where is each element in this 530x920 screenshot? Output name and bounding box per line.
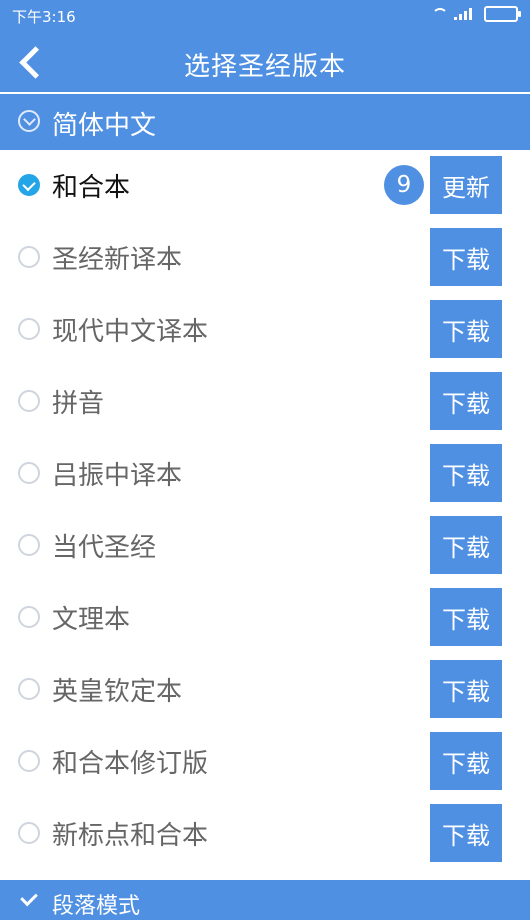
version-label: 文理本 xyxy=(52,605,131,635)
version-item[interactable]: 当代圣经 下载 xyxy=(0,510,530,582)
version-item[interactable]: 文理本 下载 xyxy=(0,582,530,654)
status-time: 下午3:16 xyxy=(12,8,76,26)
check-icon xyxy=(18,889,40,911)
version-label: 拼音 xyxy=(52,389,105,419)
paragraph-mode-label: 段落模式 xyxy=(52,894,141,919)
version-label: 圣经新译本 xyxy=(52,245,183,275)
download-button[interactable]: 下载 xyxy=(430,660,502,718)
radio-icon[interactable] xyxy=(18,390,40,412)
radio-icon[interactable] xyxy=(18,606,40,628)
radio-icon[interactable] xyxy=(18,318,40,340)
version-item[interactable]: 英皇钦定本 下载 xyxy=(0,654,530,726)
version-item[interactable]: 拼音 下载 xyxy=(0,366,530,438)
wifi-icon xyxy=(430,8,448,20)
version-list: 和合本 9 更新 圣经新译本 下载 现代中文译本 下载 拼音 下载 吕振中译本 … xyxy=(0,150,530,870)
status-bar: 下午3:16 xyxy=(0,0,530,30)
radio-icon[interactable] xyxy=(18,678,40,700)
battery-icon xyxy=(484,6,521,22)
update-count-badge: 9 xyxy=(384,165,424,205)
paragraph-mode-toggle[interactable]: 段落模式 xyxy=(0,880,530,920)
version-label: 和合本 xyxy=(52,173,131,203)
download-button[interactable]: 下载 xyxy=(430,804,502,862)
download-button[interactable]: 下载 xyxy=(430,732,502,790)
radio-icon[interactable] xyxy=(18,534,40,556)
version-item[interactable]: 吕振中译本 下载 xyxy=(0,438,530,510)
version-item[interactable]: 圣经新译本 下载 xyxy=(0,222,530,294)
radio-checked-icon[interactable] xyxy=(18,174,40,196)
signal-icon xyxy=(454,8,476,20)
version-label: 新标点和合本 xyxy=(52,821,209,851)
app-header: 选择圣经版本 xyxy=(0,30,530,92)
version-item[interactable]: 现代中文译本 下载 xyxy=(0,294,530,366)
version-item-heheben[interactable]: 和合本 9 更新 xyxy=(0,150,530,222)
radio-icon[interactable] xyxy=(18,750,40,772)
version-label: 现代中文译本 xyxy=(52,317,209,347)
radio-icon[interactable] xyxy=(18,246,40,268)
section-label: 简体中文 xyxy=(52,111,157,141)
download-button[interactable]: 下载 xyxy=(430,372,502,430)
download-button[interactable]: 下载 xyxy=(430,516,502,574)
expand-circle-icon xyxy=(18,110,40,132)
version-label: 当代圣经 xyxy=(52,533,157,563)
version-label: 英皇钦定本 xyxy=(52,677,183,707)
section-header-simplified-chinese[interactable]: 简体中文 xyxy=(0,94,530,150)
version-item[interactable]: 和合本修订版 下载 xyxy=(0,726,530,798)
version-item[interactable]: 新标点和合本 下载 xyxy=(0,798,530,870)
radio-icon[interactable] xyxy=(18,462,40,484)
update-button[interactable]: 更新 xyxy=(430,156,502,214)
download-button[interactable]: 下载 xyxy=(430,300,502,358)
page-title: 选择圣经版本 xyxy=(183,52,346,82)
download-button[interactable]: 下载 xyxy=(430,588,502,646)
download-button[interactable]: 下载 xyxy=(430,228,502,286)
version-label: 吕振中译本 xyxy=(52,461,183,491)
status-icons xyxy=(430,6,521,22)
radio-icon[interactable] xyxy=(18,822,40,844)
download-button[interactable]: 下载 xyxy=(430,444,502,502)
version-label: 和合本修订版 xyxy=(52,749,209,779)
